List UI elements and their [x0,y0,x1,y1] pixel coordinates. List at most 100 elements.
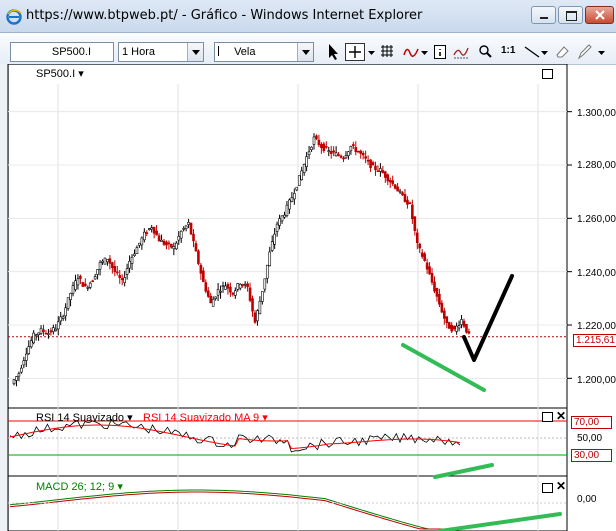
price-tick: 1.260,00 [577,214,616,225]
candle-body [84,283,87,287]
candle-body [327,150,331,152]
candle-body [59,316,63,322]
candle-body [317,139,321,146]
price-tick: 1.240,00 [577,268,616,279]
candle-body [22,360,26,366]
candle-body [433,281,436,292]
grid-icon[interactable] [380,43,394,61]
zoom-reset-button[interactable]: 1:1 [501,45,515,56]
candle-body [393,184,397,189]
candle-body [197,250,200,264]
maximize-icon [566,11,577,21]
compare-icon[interactable] [452,43,470,61]
candle-body [258,300,262,315]
zoom-icon[interactable] [478,43,492,61]
dropdown-arrow-icon[interactable] [541,43,548,61]
candle-body [344,155,348,159]
info-icon[interactable] [434,43,446,61]
candle-body [54,328,58,332]
candle-body [74,280,77,290]
rsi-label[interactable]: RSI 14 Suavizado ▾ [36,411,133,424]
candle-body [12,379,16,385]
rsi-panel-close-button[interactable]: ✕ [556,410,566,422]
candle-body [398,190,402,193]
pencil-icon[interactable] [577,43,593,61]
candle-body [179,230,183,239]
candle-body [347,151,350,157]
candle-body [204,282,208,292]
line-tool-icon[interactable] [524,43,540,61]
candle-body [406,199,409,205]
candle-body [310,146,313,150]
crosshair-tool-icon[interactable] [345,43,365,61]
candle-body [352,144,355,146]
window-title: https://www.btpweb.pt/ - Gráfico - Windo… [26,8,423,23]
candle-body [248,287,252,301]
candle-body [236,283,240,290]
candle-body [17,373,21,377]
candle-body [194,243,198,252]
candle-body [81,282,85,287]
timeframe-select[interactable]: 1 Hora [118,42,204,62]
candle-body [366,159,370,162]
pointer-tool-icon[interactable] [326,43,340,61]
price-tick: 1.300,00 [577,108,616,119]
internet-explorer-icon [6,9,22,25]
candle-body [361,152,365,156]
candle-body [455,325,458,332]
candle-body [339,155,343,158]
chart-style-icon [218,46,227,56]
candle-body [334,152,338,157]
candle-body [280,215,284,222]
candle-body [403,194,407,203]
symbol-input[interactable]: SP500.I [10,42,114,62]
candle-body [443,310,446,319]
candle-body [273,233,276,245]
candle-body [34,334,38,337]
candle-body [349,145,353,152]
candle-body [135,247,139,255]
dropdown-arrow-icon[interactable] [598,43,605,61]
candle-body [379,168,382,172]
price-panel-maximize-button[interactable] [542,69,553,79]
candle-body [241,284,244,286]
dropdown-arrow-icon[interactable] [368,43,375,61]
macd-label[interactable]: MACD 26; 12; 9 ▾ [36,480,123,493]
candle-body [293,193,296,200]
minimize-button[interactable] [531,6,556,24]
candle-body [374,165,377,171]
macd-panel-close-button[interactable]: ✕ [556,480,566,492]
candle-body [386,174,390,182]
candle-body [192,233,195,242]
candle-body [342,157,345,160]
dropdown-arrow-icon[interactable] [421,43,428,61]
candle-body [187,222,190,225]
maximize-button[interactable] [558,6,583,24]
candle-body [268,251,272,267]
candle-body [440,302,444,313]
candle-body [157,235,161,242]
candle-body [15,376,18,381]
rsi-ma-label[interactable]: RSI 14 Suavizado MA 9 ▾ [143,411,268,424]
current-price-tag: 1.215,61 [573,334,616,347]
candle-body [364,156,367,159]
candle-body [231,292,235,295]
eraser-icon[interactable] [554,43,570,61]
price-panel-frame [7,64,568,409]
candle-body [445,316,449,323]
macd-panel-maximize-button[interactable] [542,483,553,493]
candle-body [214,296,217,299]
chart-style-select[interactable]: Vela [214,42,314,62]
macd-line [9,489,460,530]
candle-body [96,269,99,275]
candle-body [288,199,291,210]
candle-body [234,290,237,296]
rsi-panel-maximize-button[interactable] [542,412,553,422]
close-window-button[interactable] [585,6,614,24]
candle-body [369,159,372,168]
candle-body [91,280,94,283]
candle-body [56,321,60,330]
indicator-icon[interactable] [403,43,419,61]
timeframe-value: 1 Hora [122,46,156,58]
price-symbol-label[interactable]: SP500.I ▾ [36,67,84,80]
